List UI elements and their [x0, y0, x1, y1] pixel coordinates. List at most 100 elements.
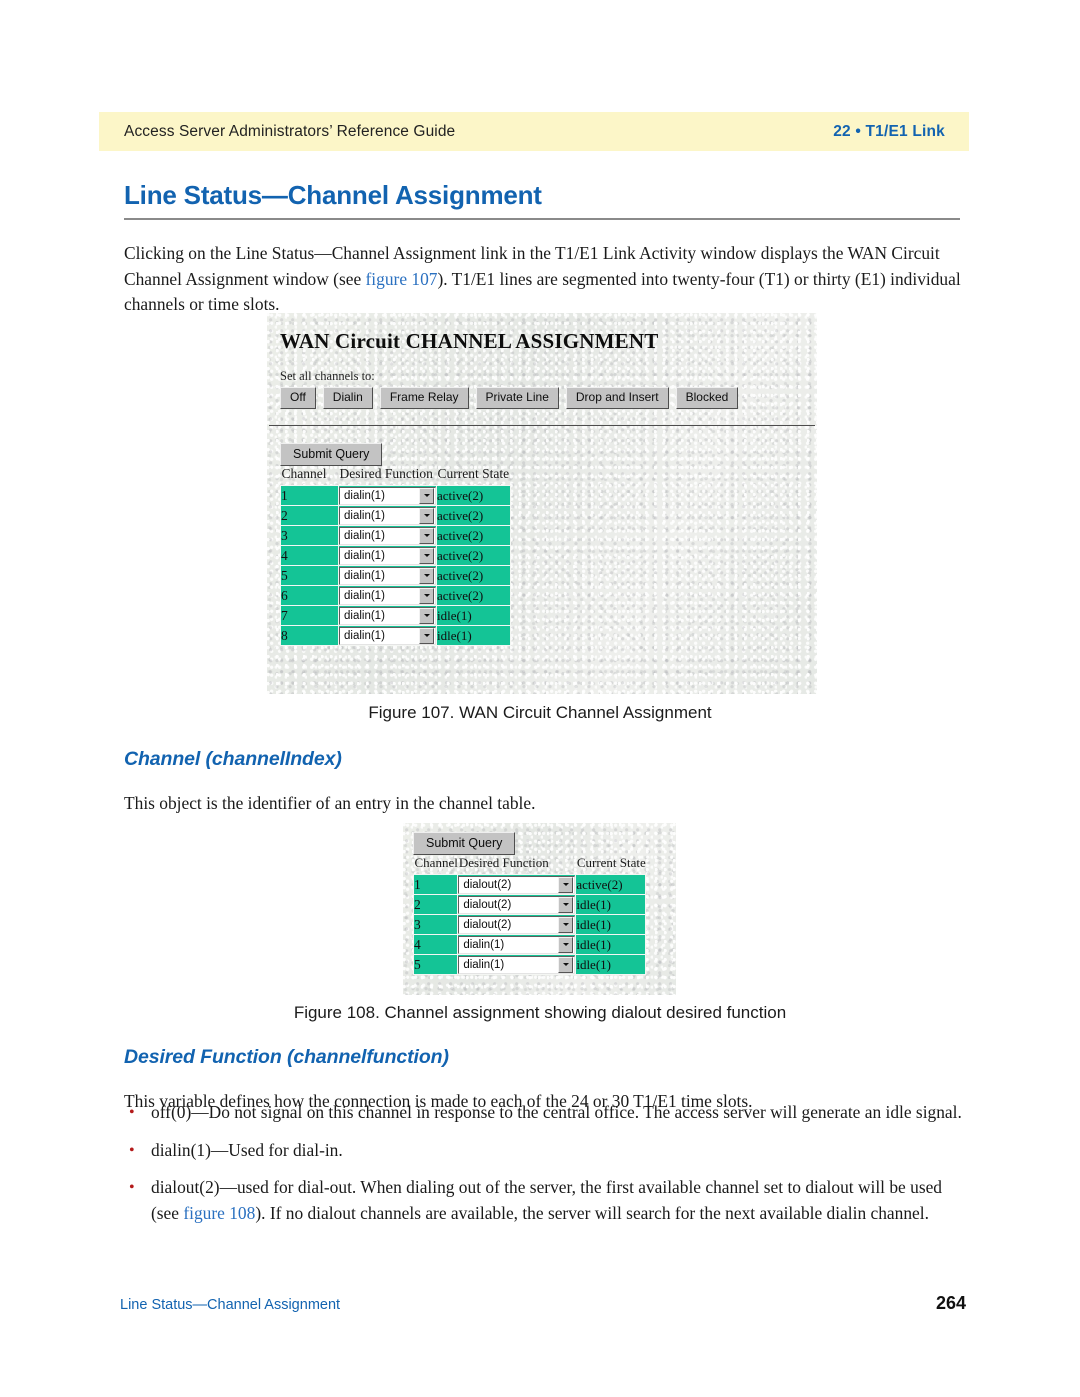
cell-channel-index: 2 [412, 894, 459, 915]
submit-query-button-2[interactable]: Submit Query [413, 832, 516, 855]
paragraph-channel-index: This object is the identifier of an entr… [124, 793, 536, 814]
table-row: 3 dialin(1) active(2) [280, 525, 511, 547]
cell-current-state: idle(1) [575, 934, 647, 955]
table-row: 8 dialin(1) idle(1) [280, 625, 511, 647]
submit-query-button[interactable]: Submit Query [280, 443, 383, 467]
desired-function-select[interactable]: dialin(1) [339, 566, 436, 585]
chevron-down-icon[interactable] [419, 607, 434, 624]
cell-current-state: idle(1) [436, 605, 511, 627]
cell-current-state: idle(1) [436, 625, 511, 647]
cell-desired-function: dialin(1) [338, 505, 437, 527]
submit-query-wrapper: Submit Query [280, 443, 383, 467]
bullet-marker-icon: • [129, 1104, 135, 1121]
cell-current-state: active(2) [436, 485, 511, 507]
select-value-label: dialin(1) [463, 958, 505, 971]
table-row: 6 dialin(1) active(2) [280, 585, 511, 607]
cell-desired-function: dialout(2) [457, 874, 577, 895]
desired-function-select[interactable]: dialout(2) [458, 895, 576, 914]
set-all-button-row: Off Dialin Frame Relay Private Line Drop… [280, 387, 817, 409]
set-all-blocked-button[interactable]: Blocked [675, 387, 739, 409]
figure-108-link[interactable]: figure 108 [183, 1203, 255, 1223]
cell-channel-index: 3 [412, 914, 459, 935]
cell-current-state: idle(1) [575, 954, 647, 975]
figure-107-link[interactable]: figure 107 [366, 269, 438, 289]
figure-108-screenshot: Submit Query Channel Desired Function Cu… [403, 823, 676, 995]
window-divider-rule [269, 425, 815, 427]
chevron-down-icon[interactable] [419, 627, 434, 644]
intro-paragraph: Clicking on the Line Status—Channel Assi… [124, 241, 966, 318]
chevron-down-icon[interactable] [419, 587, 434, 604]
chevron-down-icon[interactable] [558, 876, 574, 893]
chevron-down-icon[interactable] [558, 916, 574, 933]
chevron-down-icon[interactable] [419, 567, 434, 584]
desired-function-select[interactable]: dialin(1) [339, 586, 436, 605]
select-value-label: dialin(1) [344, 549, 385, 562]
cell-channel-index: 1 [280, 485, 339, 507]
bullet-item-dialout: • dialout(2)—used for dial-out. When dia… [124, 1175, 966, 1226]
desired-function-select[interactable]: dialin(1) [458, 955, 576, 974]
cell-current-state: active(2) [436, 585, 511, 607]
chevron-down-icon[interactable] [419, 487, 434, 504]
cell-channel-index: 4 [280, 545, 339, 567]
desired-function-select[interactable]: dialin(1) [339, 606, 436, 625]
table-row: 3 dialout(2) idle(1) [412, 914, 647, 935]
desired-function-select[interactable]: dialout(2) [458, 915, 576, 934]
channel-assignment-table: Channel Desired Function Current State 1… [280, 466, 511, 647]
set-all-dialin-button[interactable]: Dialin [322, 387, 373, 409]
header-guide-title: Access Server Administrators’ Reference … [124, 122, 456, 140]
cell-current-state: active(2) [436, 525, 511, 547]
chevron-down-icon[interactable] [558, 936, 574, 953]
set-all-channels-label: Set all channels to: [280, 369, 375, 383]
set-all-private-line-button[interactable]: Private Line [475, 387, 559, 409]
select-value-label: dialin(1) [344, 529, 385, 542]
cell-desired-function: dialin(1) [457, 934, 577, 955]
cell-desired-function: dialin(1) [338, 585, 437, 607]
heading-channel-index: Channel (channelIndex) [124, 748, 342, 770]
chevron-down-icon[interactable] [419, 507, 434, 524]
desired-function-bullet-list: • off(0)—Do not signal on this channel i… [124, 1100, 966, 1238]
desired-function-select[interactable]: dialin(1) [339, 506, 436, 525]
bullet-text-dialout-part2: ). If no dialout channels are available,… [255, 1202, 929, 1223]
table-row: 2 dialin(1) active(2) [280, 505, 511, 527]
column-header-channel-2: Channel [414, 855, 458, 870]
bullet-text-dialin: dialin(1)—Used for dial-in. [151, 1139, 343, 1160]
cell-channel-index: 8 [280, 625, 339, 647]
set-all-drop-and-insert-button[interactable]: Drop and Insert [565, 387, 669, 409]
figure-108-caption: Figure 108. Channel assignment showing d… [293, 1003, 787, 1022]
desired-function-select[interactable]: dialout(2) [458, 875, 576, 894]
column-header-current-state-2: Current State [576, 855, 646, 870]
cell-current-state: idle(1) [575, 914, 647, 935]
header-chapter-label: 22 • T1/E1 Link [833, 122, 945, 140]
cell-current-state: active(2) [436, 505, 511, 527]
select-value-label: dialout(2) [463, 898, 512, 911]
cell-desired-function: dialin(1) [338, 565, 437, 587]
desired-function-select[interactable]: dialin(1) [458, 935, 576, 954]
select-value-label: dialin(1) [344, 629, 385, 642]
cell-desired-function: dialin(1) [338, 525, 437, 547]
set-all-off-button[interactable]: Off [280, 387, 316, 409]
set-all-frame-relay-button[interactable]: Frame Relay [379, 387, 469, 409]
bullet-marker-icon: • [129, 1179, 135, 1196]
desired-function-select[interactable]: dialin(1) [339, 486, 436, 505]
cell-desired-function: dialin(1) [338, 545, 437, 567]
table-row: 2 dialout(2) idle(1) [412, 894, 647, 915]
desired-function-select[interactable]: dialin(1) [339, 526, 436, 545]
bullet-text-off: off(0)—Do not signal on this channel in … [151, 1102, 962, 1122]
desired-function-select[interactable]: dialin(1) [339, 626, 436, 645]
chevron-down-icon[interactable] [558, 896, 574, 913]
select-value-label: dialin(1) [344, 609, 385, 622]
chevron-down-icon[interactable] [558, 956, 574, 973]
desired-function-select[interactable]: dialin(1) [339, 546, 436, 565]
select-value-label: dialin(1) [344, 589, 385, 602]
footer-page-number: 264 [935, 1293, 966, 1313]
table-header-row-2: Channel Desired Function Current State [414, 855, 646, 875]
chevron-down-icon[interactable] [419, 547, 434, 564]
page-header-banner: Access Server Administrators’ Reference … [99, 112, 969, 151]
table-row: 5 dialin(1) active(2) [280, 565, 511, 587]
column-header-current-state: Current State [437, 466, 510, 482]
title-divider-rule [124, 218, 960, 220]
chevron-down-icon[interactable] [419, 527, 434, 544]
table-header-row: Channel Desired Function Current State [281, 466, 511, 486]
figure-107-caption: Figure 107. WAN Circuit Channel Assignme… [368, 703, 712, 722]
column-header-channel: Channel [281, 466, 327, 482]
